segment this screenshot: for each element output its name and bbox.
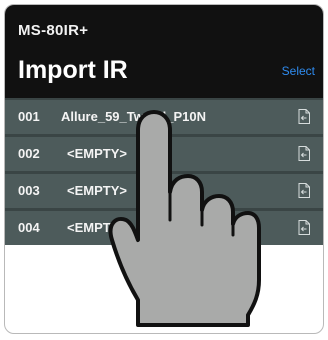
ir-slot-number: 003 [18, 183, 40, 198]
import-file-icon[interactable] [298, 109, 310, 124]
ir-slot-number: 001 [18, 109, 40, 124]
page-title: Import IR [18, 56, 128, 84]
pointing-hand-icon [108, 110, 261, 327]
import-file-icon[interactable] [298, 183, 310, 198]
import-file-icon[interactable] [298, 220, 310, 235]
device-name: MS-80IR+ [18, 22, 89, 39]
ir-slot-number: 004 [18, 220, 40, 235]
select-button[interactable]: Select [282, 64, 315, 78]
ir-slot-number: 002 [18, 146, 40, 161]
import-file-icon[interactable] [298, 146, 310, 161]
app-header: MS-80IR+ Import IR Select [5, 5, 323, 98]
